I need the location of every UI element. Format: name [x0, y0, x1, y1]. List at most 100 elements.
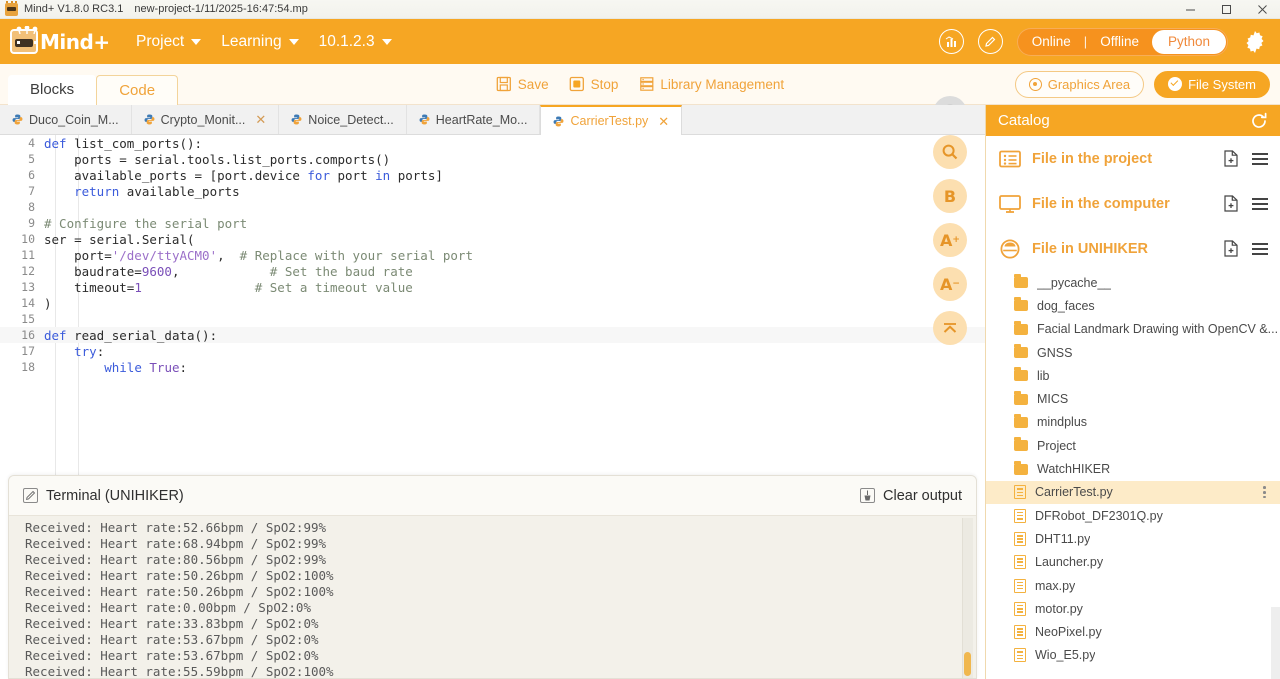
add-file-icon[interactable] [1224, 240, 1238, 257]
stop-button[interactable]: Stop [559, 72, 629, 96]
clear-output-label: Clear output [883, 487, 962, 504]
collapse-up-icon[interactable] [933, 311, 967, 345]
catalog-section[interactable]: File in the computer [986, 181, 1280, 226]
folder-icon [1014, 437, 1028, 452]
tree-folder-row[interactable]: WatchHIKER [986, 457, 1280, 480]
mode-python[interactable]: Python [1151, 29, 1226, 54]
editor-tab[interactable]: HeartRate_Mo... [406, 105, 541, 134]
library-management-button[interactable]: Library Management [628, 72, 794, 96]
editor-tab-bar: Duco_Coin_M... Crypto_Monit... ✕ Noice_De… [0, 105, 985, 135]
catalog-scrollbar[interactable] [1271, 607, 1280, 679]
tree-file-row[interactable]: NeoPixel.py [986, 620, 1280, 643]
close-icon[interactable] [1244, 0, 1280, 19]
line-number: 7 [28, 184, 35, 198]
code-line[interactable]: 9 # Configure the serial port [0, 215, 985, 231]
tree-file-row[interactable]: DFRobot_DF2301Q.py [986, 504, 1280, 527]
tree-folder-row[interactable]: Project [986, 434, 1280, 457]
tree-folder-row[interactable]: Facial Landmark Drawing with OpenCV &... [986, 318, 1280, 341]
editor-tab[interactable]: Duco_Coin_M... [0, 105, 132, 134]
font-decrease-icon[interactable]: A − [933, 267, 967, 301]
tree-file-row[interactable]: Launcher.py [986, 551, 1280, 574]
section-actions [1224, 150, 1268, 167]
tree-folder-row[interactable]: mindplus [986, 411, 1280, 434]
terminal-line: Received: Heart rate:50.26bpm / SpO2:100… [25, 568, 334, 583]
close-tab-icon[interactable]: ✕ [255, 113, 266, 126]
terminal-scrollbar-thumb[interactable] [964, 652, 971, 676]
format-bold-icon[interactable]: B [933, 179, 967, 213]
chart-circle-icon[interactable] [938, 29, 964, 54]
tree-file-row[interactable]: max.py [986, 574, 1280, 597]
sub-toolbar: Blocks Code Save Stop Library Management… [0, 64, 1280, 105]
tree-item-label: Launcher.py [1035, 555, 1104, 570]
catalog-section[interactable]: File in UNIHIKER [986, 226, 1280, 271]
edit-circle-icon[interactable] [977, 29, 1003, 54]
search-icon[interactable] [933, 135, 967, 169]
folder-icon [1014, 297, 1028, 312]
menu-device-ip[interactable]: 10.1.2.3 [309, 29, 402, 55]
code-line[interactable]: 15 [0, 311, 985, 327]
more-vertical-icon[interactable] [1263, 486, 1266, 499]
code-line[interactable]: 10 ser = serial.Serial( [0, 231, 985, 247]
terminal-scrollbar[interactable] [962, 518, 973, 678]
file-icon [1014, 508, 1026, 523]
code-line[interactable]: 4 def list_com_ports(): [0, 135, 985, 151]
hamburger-icon[interactable] [1252, 197, 1268, 210]
tree-folder-row[interactable]: GNSS [986, 341, 1280, 364]
code-line[interactable]: 5 ports = serial.tools.list_ports.compor… [0, 151, 985, 167]
maximize-icon[interactable] [1208, 0, 1244, 19]
editor-column: Duco_Coin_M... Crypto_Monit... ✕ Noice_De… [0, 96, 985, 679]
menu-device-ip-label: 10.1.2.3 [318, 32, 375, 50]
tree-item-label: lib [1037, 368, 1050, 383]
editor-tab[interactable]: Crypto_Monit... ✕ [131, 105, 280, 134]
tree-file-row[interactable]: DHT11.py [986, 527, 1280, 550]
add-file-icon[interactable] [1224, 195, 1238, 212]
code-line[interactable]: 13 timeout=1 # Set a timeout value [0, 279, 985, 295]
code-line[interactable]: 12 baudrate=9600, # Set the baud rate [0, 263, 985, 279]
tab-blocks[interactable]: Blocks [8, 74, 97, 105]
menu-learning[interactable]: Learning [211, 29, 308, 55]
minimize-icon[interactable] [1172, 0, 1208, 19]
code-line[interactable]: 7 return available_ports [0, 183, 985, 199]
mode-offline[interactable]: Offline [1087, 30, 1152, 54]
monitor-icon [999, 194, 1021, 213]
refresh-icon[interactable] [1250, 112, 1268, 130]
code-line[interactable]: 14) [0, 295, 985, 311]
tree-folder-row[interactable]: MICS [986, 387, 1280, 410]
add-file-icon[interactable] [1224, 150, 1238, 167]
save-button[interactable]: Save [486, 72, 559, 96]
folder-icon [1014, 344, 1028, 359]
editor-tab[interactable]: Noice_Detect... [279, 105, 407, 134]
code-line[interactable]: 17 try: [0, 343, 985, 359]
gear-icon[interactable] [1242, 29, 1268, 55]
project-list-icon [999, 150, 1021, 167]
file-system-toggle[interactable]: File System [1154, 70, 1270, 98]
mode-switch[interactable]: Online | Offline Python [1016, 27, 1228, 56]
font-increase-icon[interactable]: A + [933, 223, 967, 257]
hamburger-icon[interactable] [1252, 152, 1268, 165]
code-line[interactable]: 6 available_ports = [port.device for por… [0, 167, 985, 183]
tree-item-label: Facial Landmark Drawing with OpenCV &... [1037, 322, 1279, 337]
menu-learning-label: Learning [221, 32, 282, 50]
clear-output-button[interactable]: Clear output [860, 488, 962, 504]
tree-folder-row[interactable]: lib [986, 364, 1280, 387]
code-line[interactable]: 11 port='/dev/ttyACM0', # Replace with y… [0, 247, 985, 263]
line-number: 9 [28, 216, 35, 230]
tree-folder-row[interactable]: __pycache__ [986, 271, 1280, 294]
tree-file-row[interactable]: Wio_E5.py [986, 644, 1280, 667]
menu-project[interactable]: Project [126, 29, 211, 55]
logo-text: Mind+ [40, 29, 110, 54]
tree-folder-row[interactable]: dog_faces [986, 294, 1280, 317]
hamburger-icon[interactable] [1252, 242, 1268, 255]
tree-file-row[interactable]: CarrierTest.py [986, 480, 1280, 504]
code-line[interactable]: 18 while True: [0, 359, 985, 375]
tab-code[interactable]: Code [96, 74, 179, 105]
catalog-section[interactable]: File in the project [986, 136, 1280, 181]
close-tab-icon[interactable]: ✕ [658, 115, 669, 128]
code-line[interactable]: 16 def read_serial_data(): [0, 327, 985, 343]
mode-online[interactable]: Online [1019, 30, 1084, 54]
tree-file-row[interactable]: motor.py [986, 597, 1280, 620]
graphics-area-toggle[interactable]: Graphics Area [1014, 70, 1145, 98]
editor-tab[interactable]: CarrierTest.py ✕ [540, 105, 683, 135]
code-editor[interactable]: 4 def list_com_ports(): 5 ports = serial.t… [0, 135, 985, 475]
code-line[interactable]: 8 [0, 199, 985, 215]
